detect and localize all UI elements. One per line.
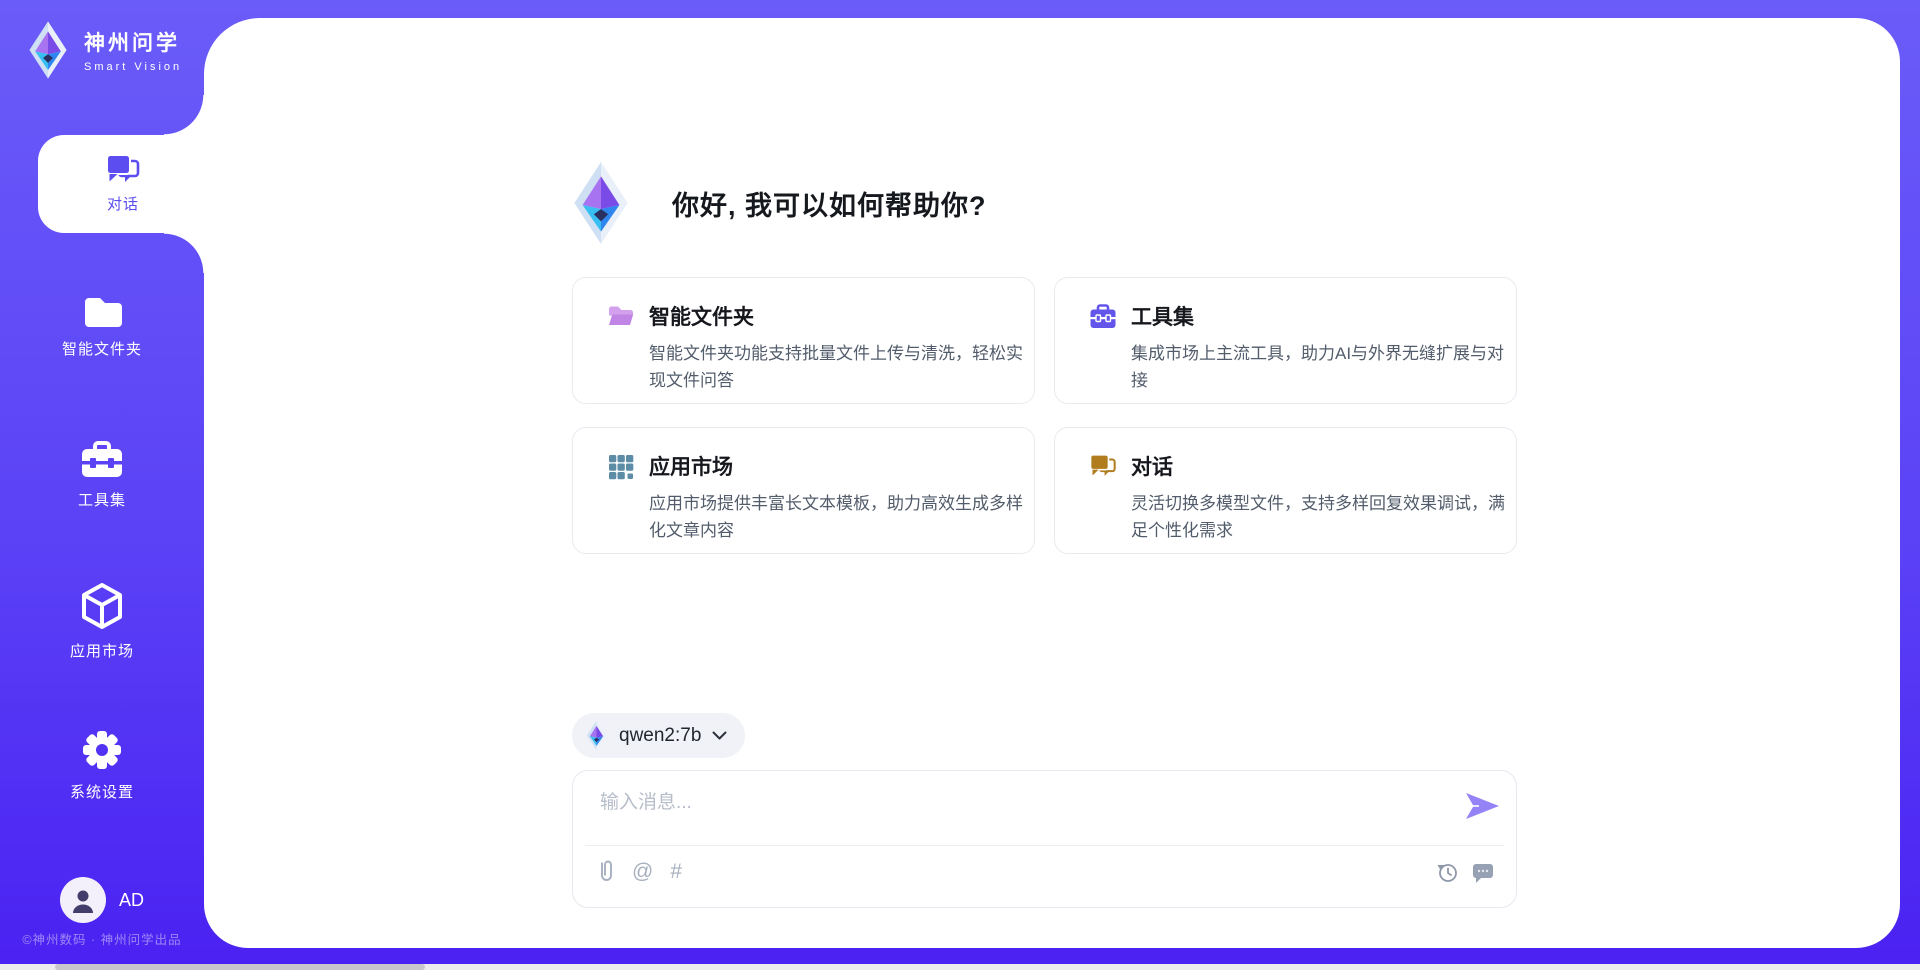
chat-bubbles-icon [1089,454,1117,479]
tab-curve-top [164,95,204,135]
cube-grid-icon [607,454,635,480]
horizontal-scrollbar [0,964,1920,970]
model-diamond-icon [585,720,608,751]
composer-tools-right [1437,861,1494,883]
briefcase-icon [80,440,124,478]
brand-name: 神州问学 [84,27,182,57]
sidebar-item-label: 对话 [107,193,139,214]
greeting-logo-icon [570,160,632,246]
sidebar-item-app-market[interactable]: 应用市场 [0,583,204,661]
sidebar-item-settings[interactable]: 系统设置 [0,730,204,802]
comment-icon [1472,861,1494,883]
card-description: 集成市场上主流工具，助力AI与外界无缝扩展与对接 [1131,340,1505,394]
card-app-market[interactable]: 应用市场 应用市场提供丰富长文本模板，助力高效生成多样化文章内容 [572,427,1035,554]
card-toolset[interactable]: 工具集 集成市场上主流工具，助力AI与外界无缝扩展与对接 [1054,277,1517,404]
card-description: 灵活切换多模型文件，支持多样回复效果调试，满足个性化需求 [1131,490,1505,544]
feature-cards: 智能文件夹 智能文件夹功能支持批量文件上传与清洗，轻松实现文件问答 工具集 集成… [572,277,1517,554]
card-chat[interactable]: 对话 灵活切换多模型文件，支持多样回复效果调试，满足个性化需求 [1054,427,1517,554]
card-title: 应用市场 [649,451,1023,481]
chat-mode-button[interactable] [1472,861,1494,883]
chat-bubbles-icon [105,154,141,186]
brand-tagline: Smart Vision [84,61,182,73]
sidebar-item-smart-folder[interactable]: 智能文件夹 [0,295,204,359]
copyright-footer: ©神州数码 · 神州问学出品 [0,929,204,948]
tab-curve-bottom [164,233,204,273]
greeting-title: 你好, 我可以如何帮助你? [672,184,987,223]
card-title: 工具集 [1131,301,1505,331]
brand: 神州问学 Smart Vision [26,20,182,80]
history-button[interactable] [1437,862,1458,883]
user-menu[interactable]: AD [0,872,204,928]
cube-icon [81,583,123,629]
message-composer: @ # [572,770,1517,908]
sidebar-item-label: 工具集 [78,489,126,510]
sidebar-item-chat[interactable]: 对话 [38,135,208,233]
model-selector[interactable]: qwen2:7b [572,713,745,758]
sidebar-item-label: 应用市场 [70,640,134,661]
scrollbar-thumb[interactable] [55,964,425,970]
send-icon [1466,792,1500,820]
folder-icon [82,295,122,327]
sidebar-item-label: 智能文件夹 [62,338,142,359]
paperclip-icon [598,859,615,883]
composer-divider [585,845,1504,846]
gear-icon [82,730,122,770]
hash-button[interactable]: # [670,861,682,882]
folder-open-icon [607,304,635,328]
card-smart-folder[interactable]: 智能文件夹 智能文件夹功能支持批量文件上传与清洗，轻松实现文件问答 [572,277,1035,404]
avatar [60,877,106,923]
message-input[interactable] [600,788,1360,818]
sidebar-item-toolset[interactable]: 工具集 [0,440,204,510]
attach-file-button[interactable] [598,859,615,883]
chevron-down-icon [712,731,727,740]
card-title: 智能文件夹 [649,301,1023,331]
card-description: 智能文件夹功能支持批量文件上传与清洗，轻松实现文件问答 [649,340,1023,394]
card-description: 应用市场提供丰富长文本模板，助力高效生成多样化文章内容 [649,490,1023,544]
sidebar-item-label: 系统设置 [70,781,134,802]
app-root: 神州问学 Smart Vision 对话 智能文件夹 工具集 [0,0,1920,970]
history-icon [1437,862,1458,883]
mention-button[interactable]: @ [632,861,653,882]
card-title: 对话 [1131,451,1505,481]
greeting: 你好, 我可以如何帮助你? [570,160,987,246]
user-initials: AD [119,890,144,911]
send-button[interactable] [1466,792,1500,825]
composer-tools-left: @ # [598,859,682,883]
person-icon [71,887,95,913]
briefcase-icon [1089,304,1117,329]
model-name: qwen2:7b [619,725,701,747]
brand-diamond-logo-icon [26,20,70,80]
